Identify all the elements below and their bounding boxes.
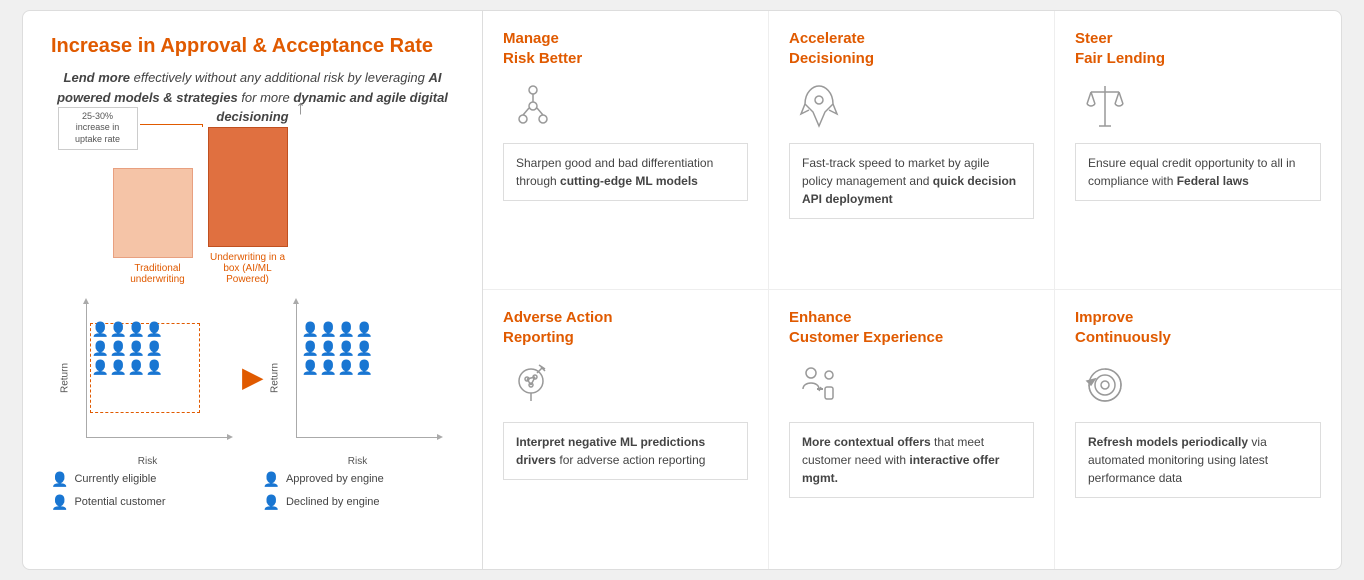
feature-enhance-cx: EnhanceCustomer Experience More contextu… — [769, 290, 1055, 569]
feature-fair-lending-title: SteerFair Lending — [1075, 29, 1165, 68]
feature-fair-lending: SteerFair Lending — [1055, 11, 1341, 290]
feature-improve: ImproveContinuously Refresh models perio… — [1055, 290, 1341, 569]
feature-adverse-action: Adverse ActionReporting — [483, 290, 769, 569]
feature-accelerate-desc: Fast-track speed to market by agile poli… — [789, 143, 1034, 219]
arrow-right-icon: ▶ — [243, 362, 263, 393]
scatter-area: Return 👤 👤 👤 👤 👤 👤 👤 👤 👤 — [51, 303, 454, 453]
arrow-up-icon: ↑ — [296, 97, 306, 120]
handshake-icon — [789, 357, 849, 412]
main-card: Increase in Approval & Acceptance Rate L… — [22, 10, 1342, 570]
person-green-icon: 👤 — [263, 471, 280, 488]
y-axis-label-after: Return — [269, 362, 280, 392]
bar-chart: Traditional underwriting 25-30%increase … — [113, 145, 393, 285]
x-axis-label-after: Risk — [348, 456, 367, 467]
feature-manage-risk: ManageRisk Better Sharpen good and bad d… — [483, 11, 769, 290]
feature-accelerate: AccelerateDecisioning Fast-track speed t… — [769, 11, 1055, 290]
legend-declined: 👤 Declined by engine — [263, 494, 455, 511]
feature-manage-risk-desc: Sharpen good and bad differentiation thr… — [503, 143, 748, 201]
person-gray-icon: 👤 — [51, 494, 68, 511]
feature-fair-lending-desc: Ensure equal credit opportunity to all i… — [1075, 143, 1321, 201]
decision-tree-icon — [503, 78, 563, 133]
feature-adverse-action-desc: Interpret negative ML predictions driver… — [503, 422, 748, 480]
rocket-icon — [789, 78, 849, 133]
person-red-icon: 👤 — [263, 494, 280, 511]
legend-potential: 👤 Potential customer — [51, 494, 243, 511]
legend-area: 👤 Currently eligible 👤 Approved by engin… — [51, 471, 454, 511]
feature-accelerate-title: AccelerateDecisioning — [789, 29, 874, 68]
legend-approved: 👤 Approved by engine — [263, 471, 455, 488]
bar-ai: 25-30%increase inuptake rate ↑ Underwrit… — [203, 107, 293, 285]
feature-manage-risk-title: ManageRisk Better — [503, 29, 582, 68]
increase-label: 25-30%increase inuptake rate — [58, 107, 138, 150]
bar-chart-area: Traditional underwriting 25-30%increase … — [51, 145, 454, 285]
left-title: Increase in Approval & Acceptance Rate — [51, 35, 454, 58]
scales-icon — [1075, 78, 1135, 133]
bar-trad-label: Traditional underwriting — [113, 263, 203, 285]
legend-label-2: Potential customer — [74, 496, 165, 508]
brain-icon — [503, 357, 563, 412]
scatter-after: Return 👤 👤 👤 👤 👤 👤 👤 👤 👤 👤 — [278, 303, 438, 453]
person-dark-icon: 👤 — [51, 471, 68, 488]
feature-improve-desc: Refresh models periodically via automate… — [1075, 422, 1321, 498]
legend-label-3: Approved by engine — [286, 473, 384, 485]
y-axis-label: Return — [59, 362, 70, 392]
feature-enhance-cx-title: EnhanceCustomer Experience — [789, 308, 943, 347]
left-panel: Increase in Approval & Acceptance Rate L… — [23, 11, 483, 569]
bar-ai-label: Underwriting in a box (AI/ML Powered) — [203, 252, 293, 285]
legend-label-1: Currently eligible — [74, 473, 156, 485]
x-axis-label: Risk — [138, 456, 157, 467]
refresh-icon — [1075, 357, 1135, 412]
feature-enhance-cx-desc: More contextual offers that meet custome… — [789, 422, 1034, 498]
right-panel: ManageRisk Better Sharpen good and bad d… — [483, 11, 1341, 569]
feature-improve-title: ImproveContinuously — [1075, 308, 1171, 347]
legend-label-4: Declined by engine — [286, 496, 380, 508]
scatter-before: Return 👤 👤 👤 👤 👤 👤 👤 👤 👤 — [68, 303, 228, 453]
feature-adverse-action-title: Adverse ActionReporting — [503, 308, 612, 347]
legend-currently-eligible: 👤 Currently eligible — [51, 471, 243, 488]
